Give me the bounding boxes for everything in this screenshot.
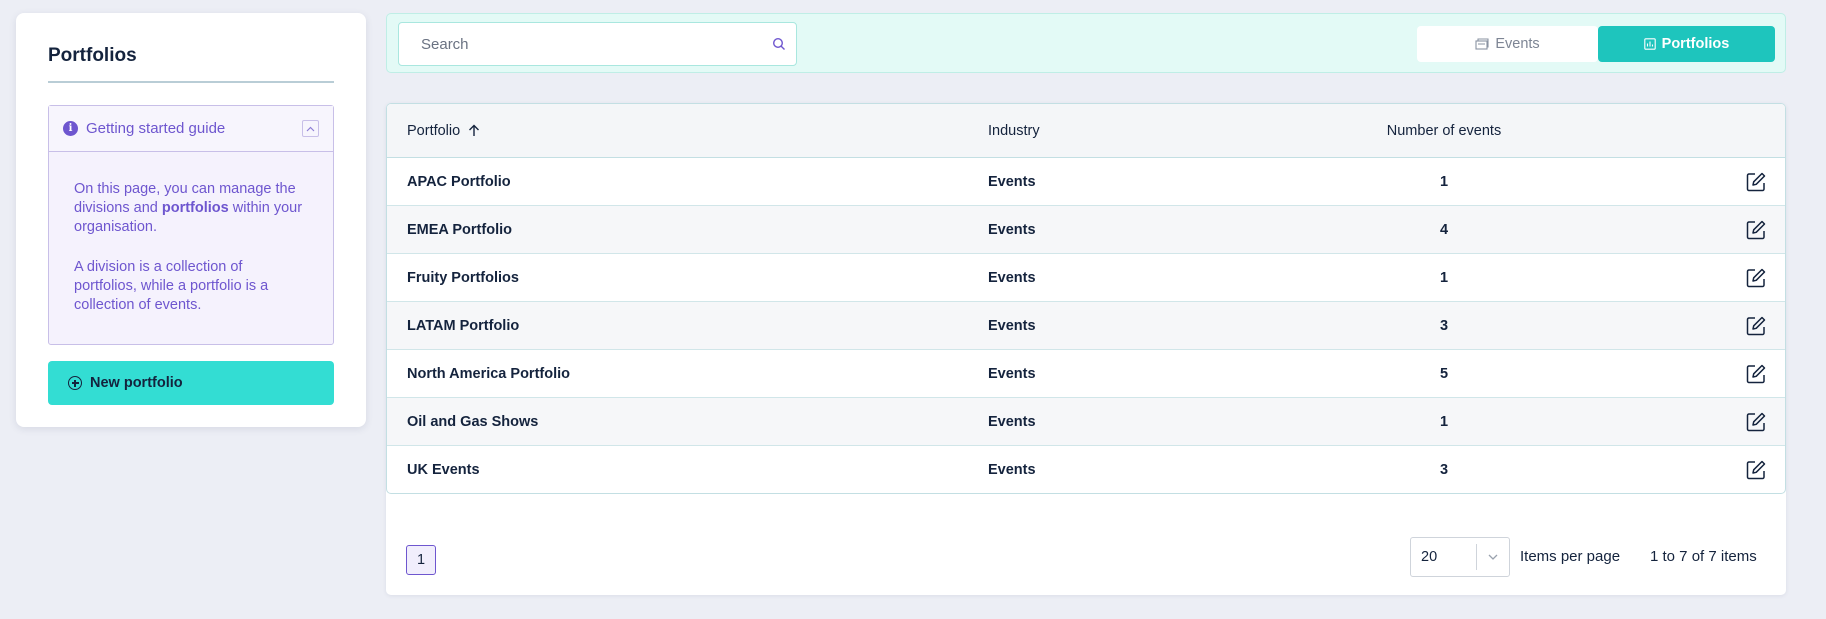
portfolio-name: LATAM Portfolio [407, 317, 520, 334]
table-row[interactable]: UK Events Events 3 [387, 446, 1785, 493]
search-box [398, 22, 797, 66]
guide-title: Getting started guide [86, 120, 226, 137]
industry: Events [988, 317, 1036, 334]
event-count: 4 [1439, 221, 1449, 238]
portfolio-name: North America Portfolio [407, 365, 571, 382]
column-header-industry[interactable]: Industry [988, 123, 1040, 139]
pagination-range: 1 to 7 of 7 items [1650, 548, 1757, 565]
guide-paragraph-2: A division is a collection of portfolios… [74, 259, 269, 313]
table-row[interactable]: LATAM Portfolio Events 3 [387, 302, 1785, 350]
event-count: 1 [1439, 269, 1449, 286]
side-panel: Portfolios i Getting started guide On th… [16, 13, 366, 427]
event-count: 1 [1439, 173, 1449, 190]
event-count: 5 [1439, 365, 1449, 382]
page-1-button[interactable]: 1 [406, 545, 436, 575]
table-header: Portfolio Industry Number of events [387, 104, 1785, 158]
chevron-down-icon [1476, 544, 1509, 570]
industry: Events [988, 413, 1036, 430]
guide-body: On this page, you can manage the divisio… [49, 152, 333, 315]
industry: Events [988, 269, 1036, 286]
tab-portfolios[interactable]: Portfolios [1598, 26, 1775, 62]
column-header-events[interactable]: Number of events [1364, 123, 1524, 139]
event-count: 1 [1439, 413, 1449, 430]
items-per-page-label: Items per page [1520, 548, 1621, 565]
plus-circle-icon [68, 376, 82, 390]
table-row[interactable]: Fruity Portfolios Events 1 [387, 254, 1785, 302]
industry: Events [988, 365, 1036, 382]
items-per-page-select[interactable]: 20 [1410, 537, 1510, 577]
portfolio-name: Fruity Portfolios [407, 269, 519, 286]
edit-icon[interactable] [1745, 219, 1767, 241]
event-count: 3 [1439, 462, 1449, 478]
chevron-up-icon[interactable] [302, 120, 319, 137]
edit-icon[interactable] [1745, 315, 1767, 337]
portfolio-table-card: Portfolio Industry Number of events APAC… [386, 103, 1786, 595]
portfolio-name: EMEA Portfolio [407, 221, 512, 238]
table-row[interactable]: Oil and Gas Shows Events 1 [387, 398, 1785, 446]
industry: Events [988, 462, 1036, 478]
events-icon [1475, 38, 1489, 50]
tab-events[interactable]: Events [1417, 26, 1598, 62]
edit-icon[interactable] [1745, 171, 1767, 193]
guide-bold-text: portfolios [161, 200, 229, 216]
table-row[interactable]: EMEA Portfolio Events 4 [387, 206, 1785, 254]
portfolio-name: UK Events [407, 462, 480, 478]
table-row[interactable]: APAC Portfolio Events 1 [387, 158, 1785, 206]
page-title: Portfolios [48, 13, 334, 83]
tab-events-label: Events [1495, 36, 1540, 52]
guide-header[interactable]: i Getting started guide [49, 106, 333, 152]
portfolio-name: APAC Portfolio [407, 173, 511, 190]
new-portfolio-button[interactable]: New portfolio [48, 361, 334, 405]
edit-icon[interactable] [1745, 267, 1767, 289]
column-header-label: Portfolio [407, 122, 461, 139]
guide-paragraph-1: On this page, you can manage the divisio… [74, 180, 308, 237]
portfolio-name: Oil and Gas Shows [407, 413, 539, 430]
getting-started-guide: i Getting started guide On this page, yo… [48, 105, 334, 345]
table-row[interactable]: North America Portfolio Events 5 [387, 350, 1785, 398]
edit-icon[interactable] [1745, 363, 1767, 385]
top-toolbar: Events Portfolios [386, 13, 1786, 73]
items-per-page-value: 20 [1421, 549, 1438, 565]
event-count: 3 [1439, 317, 1449, 334]
edit-icon[interactable] [1745, 411, 1767, 433]
search-input[interactable] [399, 23, 796, 65]
tab-portfolios-label: Portfolios [1661, 36, 1730, 52]
industry: Events [988, 173, 1036, 190]
edit-icon[interactable] [1745, 459, 1767, 481]
portfolio-table: Portfolio Industry Number of events APAC… [386, 103, 1786, 494]
sort-arrow-up-icon [469, 124, 480, 136]
info-icon: i [63, 121, 78, 136]
new-portfolio-label: New portfolio [90, 375, 183, 391]
chart-icon [1643, 38, 1656, 50]
search-icon[interactable] [772, 37, 786, 51]
column-header-portfolio[interactable]: Portfolio [407, 123, 480, 139]
industry: Events [988, 221, 1036, 238]
